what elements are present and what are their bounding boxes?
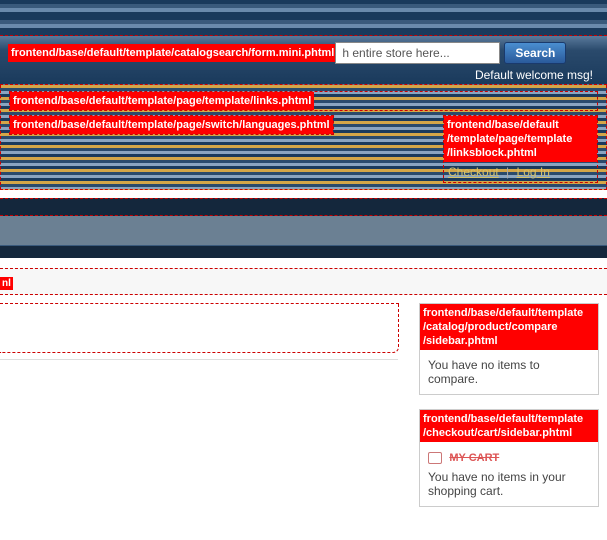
login-link[interactable]: Log In [517,165,550,179]
header-search-region: frontend/base/default/template/catalogse… [0,35,607,85]
header-stripe-top [0,0,607,35]
hint-linksblock: frontend/base/default /template/page/tem… [444,116,597,162]
search-form: frontend/base/default/template/catalogse… [8,42,599,64]
welcome-message: Default welcome msg! [8,64,599,84]
cart-sidebar: frontend/base/default/template /checkout… [419,409,599,507]
cart-title: MY CART [449,452,499,464]
language-switcher: frontend/base/default/template/page/swit… [9,115,334,135]
cart-title-row: MY CART [428,450,590,464]
compare-sidebar: frontend/base/default/template /catalog/… [419,303,599,395]
hint-cart-sidebar: frontend/base/default/template /checkout… [420,410,598,442]
search-button[interactable]: Search [504,42,566,64]
hint-search-form: frontend/base/default/template/catalogse… [8,44,337,62]
band-dark [0,246,607,258]
hint-compare-sidebar: frontend/base/default/template /catalog/… [420,304,598,350]
main-column [0,303,399,353]
top-links-container: frontend/base/default/template/page/temp… [9,91,598,111]
cart-icon [428,452,442,464]
compare-empty-text: You have no items to compare. [420,350,598,394]
separator: | [506,165,509,179]
content-region: frontend/base/default/template /catalog/… [0,295,607,507]
links-block: frontend/base/default /template/page/tem… [443,115,598,183]
hint-languages: frontend/base/default/template/page/swit… [10,116,333,134]
sidebar: frontend/base/default/template /catalog/… [419,303,599,507]
checkout-link[interactable]: Checkout [448,165,499,179]
cart-empty-text: You have no items in your shopping cart. [428,470,590,498]
hint-breadcrumb-suffix: nl [0,277,13,290]
search-input[interactable] [335,42,500,64]
header-links-region: frontend/base/default/template/page/temp… [0,85,607,190]
hint-links: frontend/base/default/template/page/temp… [10,92,314,110]
nav-bar [0,198,607,216]
band-bluegray [0,216,607,246]
cart-body: MY CART You have no items in your shoppi… [420,442,598,506]
breadcrumbs-region: nl [0,268,607,295]
links-line: Checkout | Log In [444,162,597,182]
